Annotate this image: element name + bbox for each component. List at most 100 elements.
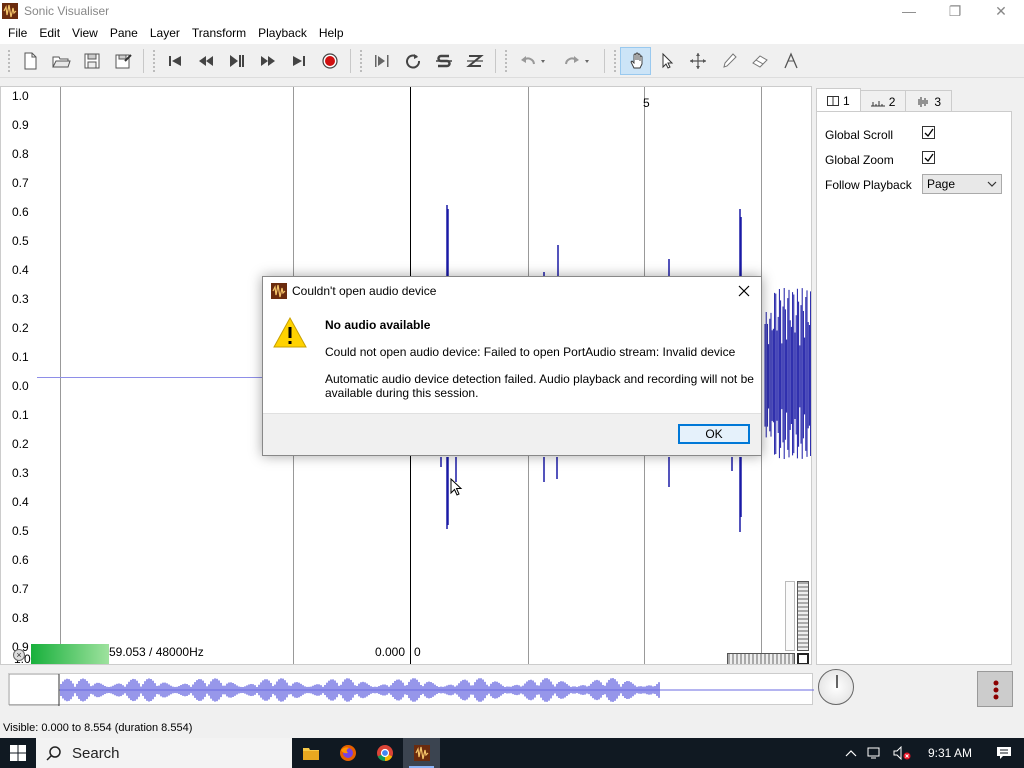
toolbar-grip[interactable] <box>152 48 156 73</box>
firefox-taskbar-button[interactable] <box>329 738 366 768</box>
navigate-tool-button[interactable] <box>620 46 651 75</box>
global-zoom-checkbox[interactable] <box>922 151 935 164</box>
overview-waveform <box>8 673 814 706</box>
checkmark-icon <box>924 153 934 163</box>
global-scroll-label: Global Scroll <box>825 128 894 142</box>
show-hidden-icons-button[interactable] <box>840 749 862 757</box>
erase-tool-button[interactable] <box>744 47 775 75</box>
measure-tool-button[interactable] <box>775 47 806 75</box>
warning-icon <box>273 317 307 348</box>
tab-layer-2[interactable]: 2 <box>859 90 907 112</box>
position-info: 0.000 <box>375 645 406 659</box>
menu-help[interactable]: Help <box>313 22 350 44</box>
sonic-visualiser-taskbar-button[interactable] <box>403 738 440 768</box>
checkmark-icon <box>924 128 934 138</box>
close-window-button[interactable]: ✕ <box>978 0 1024 22</box>
arrow-cursor-icon <box>662 52 673 69</box>
network-icon-button[interactable] <box>862 746 888 760</box>
pane-name-indicator <box>31 644 109 664</box>
new-session-button[interactable] <box>14 47 45 75</box>
rewind-button[interactable] <box>190 47 221 75</box>
save-as-button[interactable] <box>107 47 138 75</box>
play-selection-icon <box>374 54 388 67</box>
zero-label: 0 <box>414 645 421 659</box>
skip-to-end-icon <box>292 55 305 66</box>
vertical-scrollbar[interactable] <box>785 581 795 651</box>
tab-panel: Global Scroll Global Zoom Follow Playbac… <box>816 111 1012 665</box>
tab-layer-3[interactable]: 3 <box>905 90 953 112</box>
search-icon <box>46 746 61 761</box>
loop-button[interactable] <box>397 47 428 75</box>
dialog-close-button[interactable] <box>733 281 755 301</box>
menu-edit[interactable]: Edit <box>33 22 66 44</box>
toolbar-separator <box>143 48 144 73</box>
overview-pane[interactable] <box>8 673 814 706</box>
menu-view[interactable]: View <box>66 22 104 44</box>
taskbar-search[interactable]: Search <box>36 738 292 768</box>
close-pane-icon[interactable]: × <box>13 649 25 661</box>
move-tool-button[interactable] <box>682 47 713 75</box>
file-explorer-taskbar-button[interactable] <box>292 738 329 768</box>
toolbar-grip[interactable] <box>7 48 11 73</box>
horizontal-zoom-thumbwheel[interactable] <box>727 653 795 664</box>
menu-file[interactable]: File <box>2 22 33 44</box>
title-bar: Sonic Visualiser — ❐ ✕ <box>0 0 1024 22</box>
redo-button[interactable] <box>555 47 599 75</box>
menu-playback[interactable]: Playback <box>252 22 313 44</box>
action-center-button[interactable] <box>984 746 1024 760</box>
start-button[interactable] <box>0 738 36 768</box>
property-box: 1 2 3 Global Scroll Global Zoom Follow P… <box>816 86 1024 665</box>
chevron-down-icon <box>987 181 997 187</box>
overview-area <box>0 665 1024 715</box>
menu-layer[interactable]: Layer <box>144 22 186 44</box>
playback-speed-dial[interactable] <box>818 669 854 705</box>
follow-playback-select[interactable]: Page <box>922 174 1002 194</box>
vertical-zoom-thumbwheel[interactable] <box>797 581 809 651</box>
fast-forward-button[interactable] <box>252 47 283 75</box>
volume-icon-button[interactable] <box>888 746 916 760</box>
search-label: Search <box>72 744 120 762</box>
solo-icon <box>435 54 452 67</box>
save-button[interactable] <box>76 47 107 75</box>
skip-to-end-button[interactable] <box>283 47 314 75</box>
ok-button[interactable]: OK <box>678 424 750 444</box>
play-speed-mode-button[interactable] <box>459 47 490 75</box>
restore-button[interactable]: ❐ <box>932 0 978 22</box>
minimize-button[interactable]: — <box>886 0 932 22</box>
play-selection-button[interactable] <box>366 47 397 75</box>
fast-forward-icon <box>260 55 275 66</box>
record-icon <box>321 52 338 69</box>
tab-view-1[interactable]: 1 <box>816 88 861 112</box>
timeruler-icon <box>870 100 885 106</box>
dialog-title-bar: Couldn't open audio device <box>263 277 761 305</box>
select-tool-button[interactable] <box>651 47 682 75</box>
network-icon <box>867 747 880 759</box>
record-button[interactable] <box>314 47 345 75</box>
toolbar-grip[interactable] <box>613 48 617 73</box>
zoom-reset-button[interactable] <box>797 653 809 664</box>
redo-icon <box>565 55 589 64</box>
dialog-heading: No audio available <box>325 318 431 332</box>
toolbar-grip[interactable] <box>504 48 508 73</box>
follow-playback-value: Page <box>927 177 956 191</box>
waveform-icon <box>918 96 928 107</box>
rewind-start-button[interactable] <box>159 47 190 75</box>
draw-tool-button[interactable] <box>713 47 744 75</box>
toolbar-grip[interactable] <box>359 48 363 73</box>
global-scroll-checkbox[interactable] <box>922 126 935 139</box>
open-button[interactable] <box>45 47 76 75</box>
play-pause-button[interactable] <box>221 47 252 75</box>
chrome-taskbar-button[interactable] <box>366 738 403 768</box>
tab-label: 3 <box>934 94 942 109</box>
undo-button[interactable] <box>511 47 555 75</box>
clock[interactable]: 9:31 AM <box>916 746 984 760</box>
move-icon <box>689 52 706 69</box>
notification-icon <box>997 747 1011 759</box>
dialog-message-primary: Could not open audio device: Failed to o… <box>325 345 736 359</box>
align-icon <box>465 54 484 67</box>
pane-icon <box>827 95 839 106</box>
menu-transform[interactable]: Transform <box>186 22 252 44</box>
menu-pane[interactable]: Pane <box>104 22 144 44</box>
taskbar: Search 9:31 AM <box>0 738 1024 768</box>
solo-button[interactable] <box>428 47 459 75</box>
